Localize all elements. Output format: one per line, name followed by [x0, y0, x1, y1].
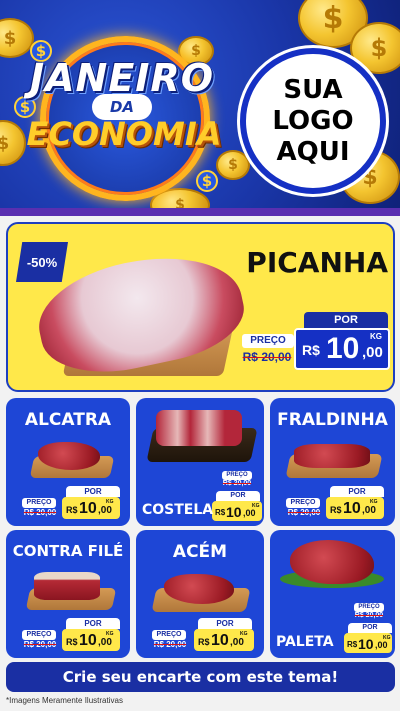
- por-label: POR: [66, 618, 120, 629]
- price-integer: 10: [343, 500, 361, 517]
- preco-label: PREÇO: [242, 334, 294, 348]
- unit-label: KG: [370, 499, 378, 505]
- price-integer: 10: [358, 636, 374, 652]
- logo-text-line1: SUA: [283, 74, 343, 105]
- product-name: ACÉM: [172, 542, 228, 562]
- price-decimal: ,00: [362, 505, 376, 516]
- preco-label: PREÇO: [22, 498, 56, 508]
- cta-banner[interactable]: Crie seu encarte com este tema!: [6, 662, 395, 692]
- product-card-alcatra[interactable]: ALCATRA PREÇO R$ 20,00 POR R$ 10 ,00 KG: [6, 398, 130, 526]
- unit-label: KG: [383, 635, 391, 641]
- preco-label: PREÇO: [354, 603, 384, 612]
- price-decimal: ,00: [230, 637, 244, 648]
- product-name: CONTRA FILÉ: [12, 542, 124, 560]
- old-price: R$ 20,00: [354, 612, 384, 619]
- product-price: R$ 10 ,00 KG: [62, 497, 120, 519]
- logo-text-line2: LOGO: [272, 105, 354, 136]
- coin-icon: $: [0, 18, 34, 58]
- price-decimal: ,00: [98, 637, 112, 648]
- preco-label: PREÇO: [286, 498, 320, 508]
- featured-product-name: PICANHA: [246, 246, 388, 279]
- product-price: R$ 10 ,00 KG: [62, 629, 120, 651]
- price-integer: 10: [79, 500, 97, 517]
- old-price: R$ 20,00: [153, 640, 187, 649]
- preco-label: PREÇO: [222, 471, 252, 480]
- por-label: POR: [348, 623, 392, 633]
- unit-label: KG: [240, 631, 248, 637]
- coin-icon: $: [216, 150, 250, 180]
- product-image: [276, 536, 388, 598]
- unit-label: KG: [106, 631, 114, 637]
- product-card-contra-file[interactable]: CONTRA FILÉ PREÇO R$ 20,00 POR R$ 10 ,00…: [6, 530, 130, 658]
- product-price: R$ 10 ,00 KG: [326, 497, 384, 519]
- old-price: R$ 20,00: [23, 508, 57, 517]
- product-name: PALETA: [276, 634, 334, 650]
- product-card-costela[interactable]: PREÇO R$ 20,00 POR R$ 10 ,00 KG COSTELA: [136, 398, 264, 526]
- featured-price: R$ 10 ,00 KG: [294, 328, 390, 370]
- currency: R$: [330, 505, 342, 515]
- price-integer: 10: [211, 632, 229, 649]
- discount-badge: -50%: [16, 242, 68, 282]
- product-price: R$ 10 ,00 KG: [212, 501, 262, 521]
- currency: R$: [66, 505, 78, 515]
- title-economia: ECONOMIA: [26, 115, 222, 153]
- dollar-badge-icon: $: [196, 170, 218, 192]
- logo-text-line3: AQUI: [276, 136, 350, 167]
- preco-label: PREÇO: [22, 630, 56, 640]
- price-decimal: ,00: [375, 640, 388, 650]
- product-price: R$ 10 ,00 KG: [194, 629, 254, 651]
- header-banner: $ $ $ $ $ $ $ $ $ $ $ JANEIRO DA ECONOMI…: [0, 0, 400, 215]
- product-price: R$ 10 ,00 KG: [344, 633, 392, 653]
- old-price: R$ 20,00: [23, 640, 57, 649]
- por-label: POR: [304, 312, 388, 328]
- product-name: COSTELA: [142, 502, 214, 518]
- unit-label: KG: [370, 332, 382, 341]
- currency: R$: [347, 640, 358, 649]
- product-image: [148, 570, 254, 616]
- product-card-acem[interactable]: ACÉM PREÇO R$ 20,00 POR R$ 10 ,00 KG: [136, 530, 264, 658]
- price-integer: 10: [79, 632, 97, 649]
- preco-label: PREÇO: [152, 630, 186, 640]
- product-card-paleta[interactable]: PREÇO R$ 20,00 POR R$ 10 ,00 KG PALETA: [270, 530, 395, 658]
- price-decimal: ,00: [362, 344, 383, 361]
- price-decimal: ,00: [243, 508, 256, 518]
- por-label: POR: [66, 486, 120, 497]
- logo-placeholder[interactable]: SUA LOGO AQUI: [240, 48, 386, 194]
- unit-label: KG: [106, 499, 114, 505]
- por-label: POR: [330, 486, 384, 497]
- featured-product-card[interactable]: -50% PICANHA PREÇO R$ 20,00 POR R$ 10 ,0…: [6, 222, 395, 392]
- old-price: R$ 20,00: [222, 480, 252, 487]
- disclaimer-text: *Imagens Meramente Ilustrativas: [6, 696, 123, 705]
- header-divider: [0, 208, 400, 216]
- product-name: FRALDINHA: [277, 410, 388, 430]
- product-image: [280, 438, 388, 482]
- por-label: POR: [216, 491, 260, 501]
- product-image: [142, 404, 258, 466]
- price-integer: 10: [226, 504, 242, 520]
- price-decimal: ,00: [98, 505, 112, 516]
- old-price: R$ 20,00: [242, 350, 292, 364]
- currency: R$: [215, 508, 226, 517]
- product-name: ALCATRA: [24, 410, 112, 430]
- currency: R$: [302, 342, 320, 358]
- unit-label: KG: [252, 503, 260, 509]
- product-card-fraldinha[interactable]: FRALDINHA PREÇO R$ 20,00 POR R$ 10 ,00 K…: [270, 398, 395, 526]
- product-image: [20, 436, 120, 482]
- currency: R$: [198, 637, 210, 647]
- product-image: [20, 568, 120, 614]
- old-price: R$ 20,00: [287, 508, 321, 517]
- por-label: POR: [198, 618, 252, 629]
- currency: R$: [66, 637, 78, 647]
- price-integer: 10: [326, 332, 360, 365]
